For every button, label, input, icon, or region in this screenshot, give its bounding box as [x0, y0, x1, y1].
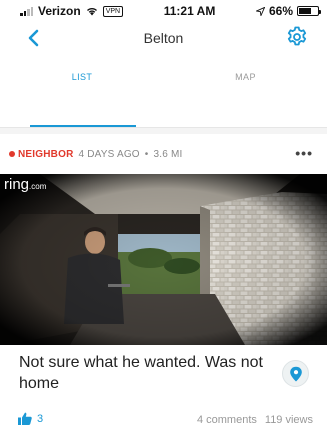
like-count: 3 — [37, 412, 44, 425]
tab-map[interactable]: MAP — [164, 72, 327, 82]
map-location-button[interactable] — [282, 360, 309, 387]
post-video[interactable]: ring.com — [0, 174, 327, 345]
wifi-icon — [86, 8, 97, 16]
battery-fill — [299, 8, 311, 14]
tab-bar: LIST MAP — [0, 54, 327, 134]
battery-percent: 66% — [268, 4, 293, 18]
ring-logo: ring.com — [4, 177, 46, 194]
ring-logo-text: ring — [4, 176, 30, 193]
status-bar: Verizon VPN 11:21 AM 66% — [0, 0, 327, 22]
status-right: 66% — [255, 4, 321, 18]
post-caption: Not sure what he wanted. Was not home — [19, 354, 263, 392]
tab-list[interactable]: LIST — [0, 72, 164, 82]
signal-icon — [20, 6, 33, 16]
ring-logo-suffix: .com — [29, 182, 47, 191]
gear-icon[interactable] — [285, 25, 309, 49]
vpn-badge: VPN — [102, 5, 124, 17]
carrier-label: Verizon — [38, 4, 81, 18]
views-count: 119 views — [264, 414, 313, 426]
post-header: NEIGHBOR 4 DAYS AGO • 3.6 MI ••• — [0, 134, 327, 174]
page-title: Belton — [143, 30, 184, 46]
status-time: 11:21 AM — [163, 4, 216, 18]
neighbor-dot-icon — [9, 151, 15, 157]
post-footer: 3 4 comments 119 views — [0, 410, 327, 430]
post-author[interactable]: NEIGHBOR — [18, 149, 74, 160]
post-time: 4 DAYS AGO — [78, 148, 140, 160]
comments-count[interactable]: 4 comments — [197, 414, 257, 426]
post-stats: 4 comments 119 views — [197, 414, 313, 426]
post-distance: 3.6 MI — [153, 148, 183, 160]
more-options-button[interactable]: ••• — [295, 145, 313, 161]
battery-icon — [297, 6, 321, 16]
location-arrow-icon — [255, 6, 265, 16]
map-pin-icon — [289, 366, 302, 381]
video-frame-image — [0, 174, 327, 345]
nav-bar: Belton — [0, 22, 327, 54]
like-button[interactable]: 3 — [18, 412, 43, 425]
meta-separator: • — [144, 148, 149, 160]
status-left: Verizon VPN — [20, 4, 124, 18]
thumbs-up-icon — [18, 412, 32, 425]
